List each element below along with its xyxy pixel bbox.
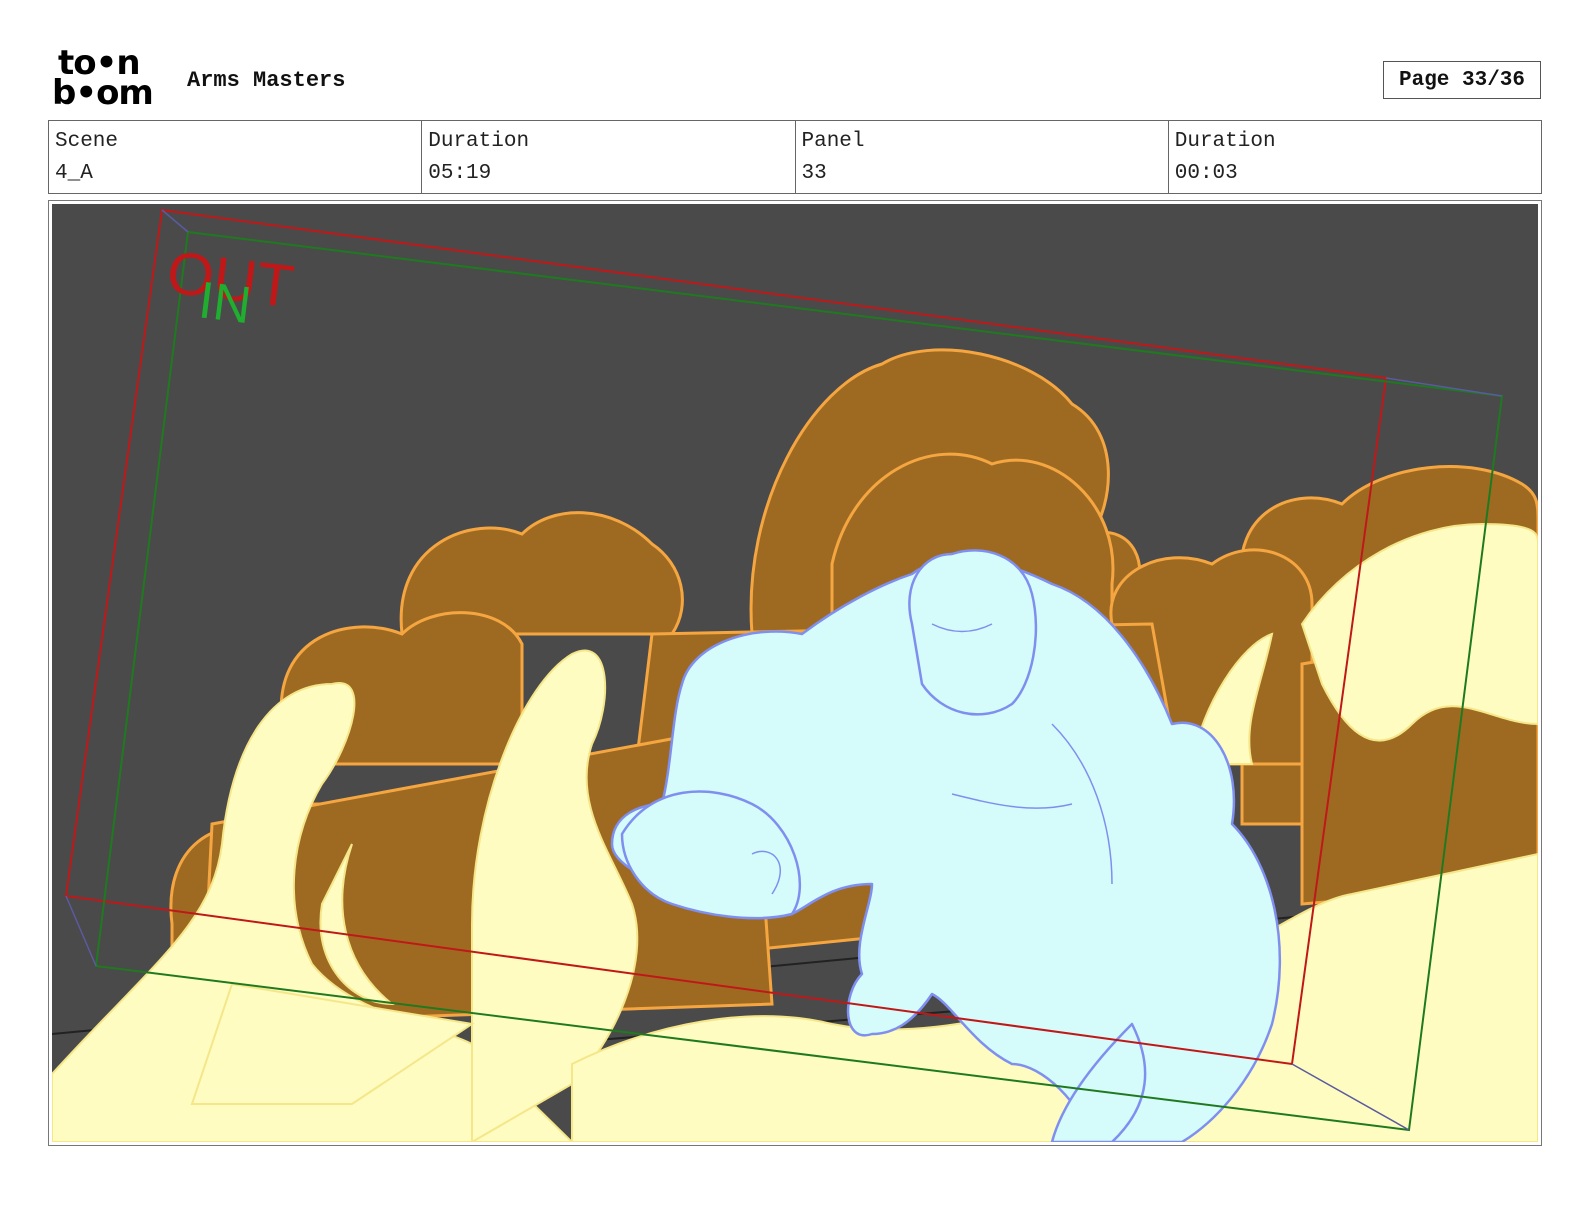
logo-line-2: b•om (52, 73, 154, 113)
info-label: Panel (801, 130, 865, 153)
in-label: IN (196, 271, 255, 335)
info-label: Duration (1174, 130, 1276, 153)
info-cell-panel: Panel 33 (796, 121, 1169, 193)
info-label: Duration (428, 130, 530, 153)
info-label: Scene (55, 130, 119, 153)
info-value: 00:03 (1174, 162, 1238, 185)
storyboard-panel-drawing: OUT IN (52, 204, 1538, 1142)
project-title: Arms Masters (187, 68, 346, 93)
toonboom-logo: to•n b•om (52, 46, 164, 113)
info-cell-panel-duration: Duration 00:03 (1169, 121, 1541, 193)
info-value: 05:19 (428, 162, 492, 185)
info-value: 33 (801, 162, 827, 185)
info-value: 4_A (55, 162, 93, 185)
page-indicator: Page 33/36 (1383, 61, 1541, 99)
panel-info-table: Scene 4_A Duration 05:19 Panel 33 Durati… (48, 120, 1542, 194)
info-cell-scene-duration: Duration 05:19 (422, 121, 796, 193)
info-cell-scene: Scene 4_A (49, 121, 423, 193)
character-head (908, 549, 1038, 716)
